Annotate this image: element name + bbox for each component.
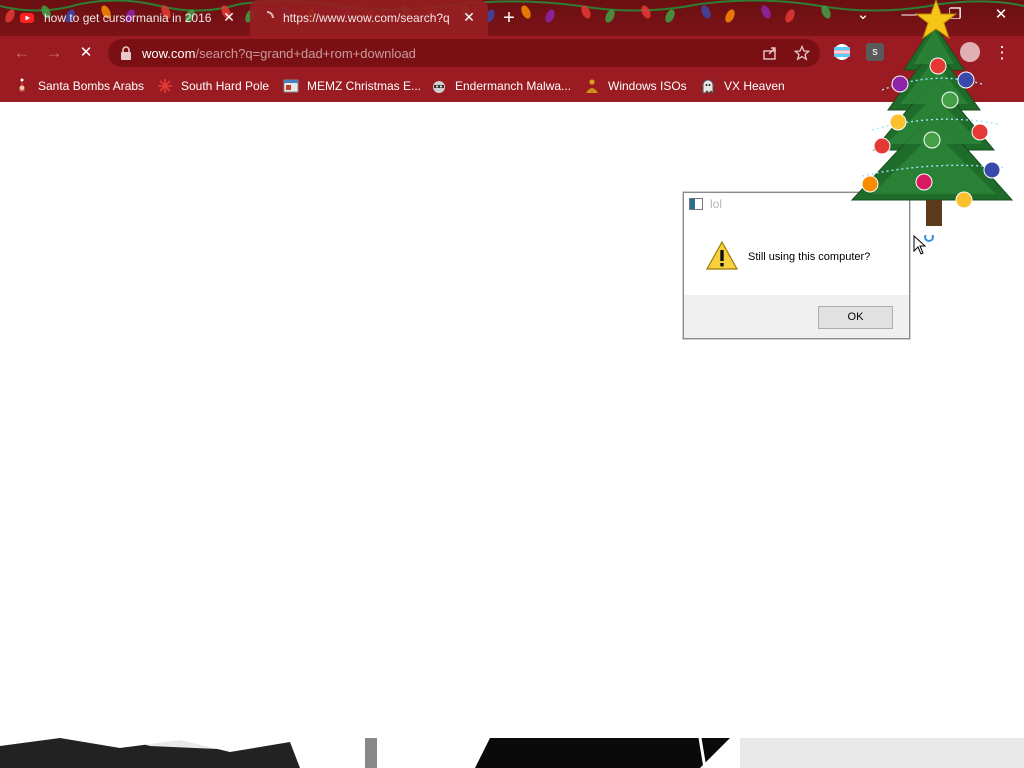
window-icon	[283, 79, 299, 92]
busy-cursor-icon	[913, 235, 934, 255]
ghost-icon	[702, 79, 714, 94]
light-bulb	[545, 9, 555, 23]
light-bulb	[725, 9, 735, 23]
ornament	[971, 123, 989, 141]
ornament	[957, 71, 975, 89]
ornament	[873, 137, 891, 155]
bookmark-endermanch-malware[interactable]: Endermanch Malwa...	[431, 69, 571, 102]
address-bar[interactable]: wow.com/search?q=grand+dad+rom+download	[108, 39, 820, 67]
application-icon	[689, 198, 703, 210]
bookmark-star-icon[interactable]	[794, 45, 810, 61]
glitched-desktop-strip	[0, 738, 1024, 768]
ornament	[923, 131, 941, 149]
tab-youtube[interactable]: how to get cursormania in 2016 ✕	[0, 0, 248, 36]
christmas-tree-icon[interactable]	[842, 0, 1020, 246]
share-icon[interactable]	[762, 45, 778, 61]
tab-title: how to get cursormania in 2016	[44, 11, 212, 25]
snowflake-icon	[158, 78, 172, 93]
santa-icon	[19, 78, 25, 92]
ornament	[929, 57, 947, 75]
loading-favicon-icon	[266, 11, 274, 19]
light-bulb	[701, 5, 711, 19]
buddha-icon	[586, 78, 598, 93]
light-bulb	[785, 9, 795, 23]
ornament	[861, 175, 879, 193]
bookmark-santa-bombs-arabs[interactable]: Santa Bombs Arabs	[14, 69, 144, 102]
ornament	[941, 91, 959, 109]
tab-wow-search[interactable]: https://www.wow.com/search?q ✕	[250, 0, 488, 36]
light-bulb	[605, 9, 615, 23]
bookmark-memz-christmas[interactable]: MEMZ Christmas E...	[283, 69, 421, 102]
raccoon-icon	[433, 80, 445, 93]
light-bulb	[665, 9, 675, 23]
tab-title: https://www.wow.com/search?q	[283, 11, 450, 25]
dialog-title: lol	[710, 197, 723, 211]
bookmark-label: South Hard Pole	[181, 78, 270, 93]
close-tab-icon[interactable]: ✕	[462, 10, 476, 24]
bookmark-south-hard-pole[interactable]: South Hard Pole	[157, 69, 269, 102]
bookmark-label: VX Heaven	[724, 78, 785, 93]
light-bulb	[581, 5, 591, 19]
back-button[interactable]: ←	[10, 41, 34, 65]
ornament	[983, 161, 1001, 179]
ok-button[interactable]: OK	[818, 306, 893, 329]
ornament	[889, 113, 907, 131]
bookmark-vx-heaven[interactable]: VX Heaven	[700, 69, 785, 102]
light-bulb	[761, 5, 771, 19]
light-bulb	[821, 5, 831, 19]
bookmark-label: Endermanch Malwa...	[455, 78, 572, 93]
forward-button[interactable]: →	[42, 41, 66, 65]
ornament	[955, 191, 973, 209]
close-tab-icon[interactable]: ✕	[222, 10, 236, 24]
new-tab-button[interactable]: +	[498, 7, 520, 29]
warning-icon	[706, 241, 738, 270]
youtube-favicon-icon	[20, 13, 34, 23]
url-host: wow.com	[142, 46, 196, 61]
dialog-message: Still using this computer?	[748, 251, 871, 263]
light-bulb	[521, 5, 531, 19]
url-path: /search?q=grand+dad+rom+download	[195, 46, 416, 61]
url-text: wow.com/search?q=grand+dad+rom+download	[142, 46, 416, 61]
bookmark-label: Windows ISOs	[608, 78, 687, 93]
bookmark-windows-isos[interactable]: Windows ISOs	[584, 69, 687, 102]
stop-loading-button[interactable]: ✕	[74, 41, 98, 65]
lock-icon	[121, 46, 131, 60]
ornament	[891, 75, 909, 93]
light-bulb	[641, 5, 651, 19]
bookmark-label: MEMZ Christmas E...	[307, 78, 422, 93]
bookmark-label: Santa Bombs Arabs	[38, 78, 145, 93]
ornament	[915, 173, 933, 191]
glitch-artifact-graphic	[0, 738, 1024, 768]
